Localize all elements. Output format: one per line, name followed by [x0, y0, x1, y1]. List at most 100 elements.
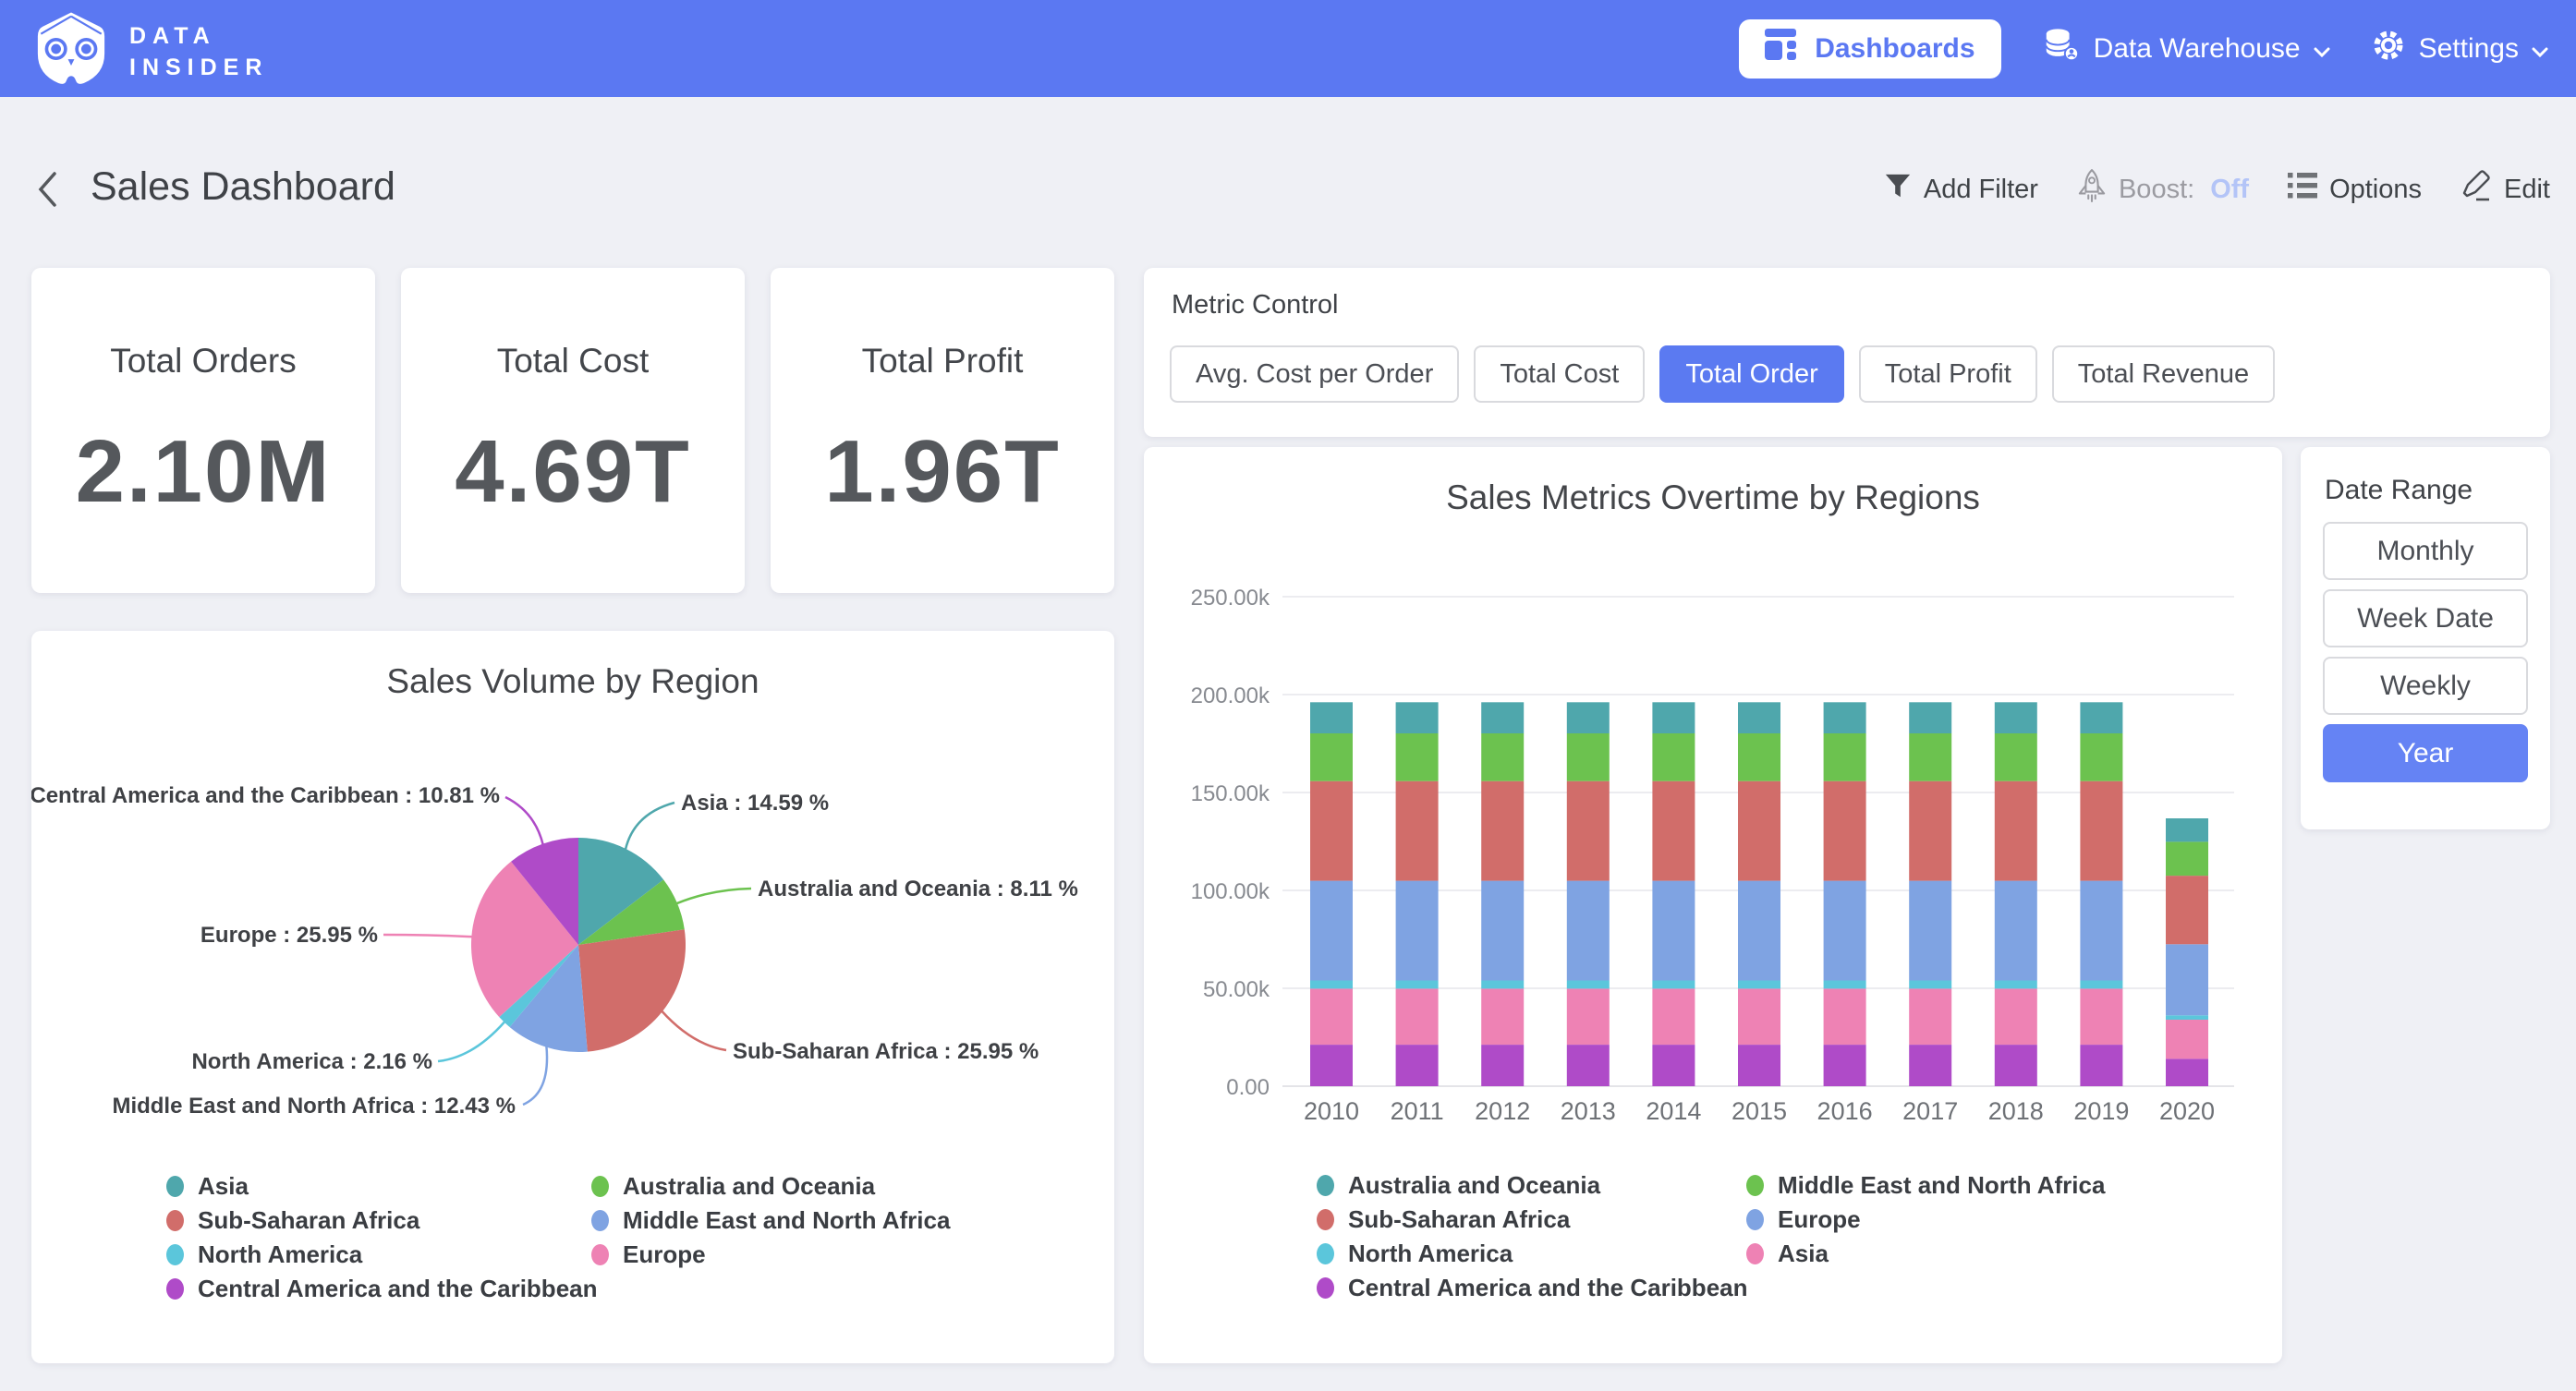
bar-segment-2020-sub-saharan-africa[interactable] [2166, 876, 2208, 944]
bar-segment-2016-sub-saharan-africa[interactable] [1824, 781, 1866, 881]
bar-segment-2015-central-america-and-the-caribbean[interactable] [1738, 1045, 1780, 1086]
bar-segment-2015-north-america[interactable] [1738, 981, 1780, 989]
nav-item-data-warehouse[interactable]: Data Warehouse [2042, 26, 2330, 72]
bar-segment-2010-central-america-and-the-caribbean[interactable] [1310, 1045, 1353, 1086]
nav-item-dashboards[interactable]: Dashboards [1739, 19, 2000, 79]
nav-settings-label: Settings [2419, 33, 2519, 65]
bar-segment-2012-australia-and-oceania[interactable] [1481, 702, 1524, 733]
bar-segment-2010-asia[interactable] [1310, 988, 1353, 1045]
bar-segment-2013-asia[interactable] [1567, 988, 1610, 1045]
bar-segment-2010-north-america[interactable] [1310, 981, 1353, 989]
bar-segment-2018-australia-and-oceania[interactable] [1995, 702, 2037, 733]
metric-option-total-order[interactable]: Total Order [1659, 345, 1843, 403]
metric-option-avg-cost-per-order[interactable]: Avg. Cost per Order [1170, 345, 1459, 403]
bar-segment-2012-asia[interactable] [1481, 988, 1524, 1045]
bar-segment-2011-north-america[interactable] [1396, 981, 1439, 989]
bar-segment-2018-north-america[interactable] [1995, 981, 2037, 989]
bar-segment-2010-europe[interactable] [1310, 881, 1353, 981]
bar-segment-2018-middle-east-and-north-africa[interactable] [1995, 733, 2037, 781]
add-filter-button[interactable]: Add Filter [1884, 171, 2038, 208]
bar-segment-2010-australia-and-oceania[interactable] [1310, 702, 1353, 733]
bar-segment-2018-asia[interactable] [1995, 988, 2037, 1045]
bar-segment-2011-europe[interactable] [1396, 881, 1439, 981]
bar-segment-2014-middle-east-and-north-africa[interactable] [1652, 733, 1695, 781]
metric-buttons-group: Avg. Cost per Order Total CostTotal Order… [1170, 345, 2275, 403]
bar-segment-2020-europe[interactable] [2166, 944, 2208, 1015]
bar-segment-2010-sub-saharan-africa[interactable] [1310, 781, 1353, 881]
bar-segment-2017-central-america-and-the-caribbean[interactable] [1909, 1045, 1951, 1086]
bar-segment-2016-central-america-and-the-caribbean[interactable] [1824, 1045, 1866, 1086]
bar-segment-2011-sub-saharan-africa[interactable] [1396, 781, 1439, 881]
bar-segment-2019-europe[interactable] [2080, 881, 2122, 981]
owl-logo-icon [31, 7, 111, 95]
bar-segment-2011-middle-east-and-north-africa[interactable] [1396, 733, 1439, 781]
boost-toggle[interactable]: Boost: Off [2077, 168, 2249, 211]
edit-label: Edit [2504, 175, 2550, 205]
bar-segment-2013-sub-saharan-africa[interactable] [1567, 781, 1610, 881]
bar-segment-2015-middle-east-and-north-africa[interactable] [1738, 733, 1780, 781]
bar-segment-2020-australia-and-oceania[interactable] [2166, 818, 2208, 841]
bar-segment-2016-europe[interactable] [1824, 881, 1866, 981]
options-button[interactable]: Options [2288, 172, 2422, 207]
bar-segment-2015-europe[interactable] [1738, 881, 1780, 981]
bar-segment-2017-sub-saharan-africa[interactable] [1909, 781, 1951, 881]
bar-segment-2014-central-america-and-the-caribbean[interactable] [1652, 1045, 1695, 1086]
bar-segment-2015-sub-saharan-africa[interactable] [1738, 781, 1780, 881]
bar-segment-2016-north-america[interactable] [1824, 981, 1866, 989]
bar-segment-2019-central-america-and-the-caribbean[interactable] [2080, 1045, 2122, 1086]
bar-segment-2019-asia[interactable] [2080, 988, 2122, 1045]
pie-slice-sub-saharan-africa[interactable] [578, 929, 686, 1051]
bar-segment-2019-sub-saharan-africa[interactable] [2080, 781, 2122, 881]
bar-segment-2017-asia[interactable] [1909, 988, 1951, 1045]
bar-segment-2013-north-america[interactable] [1567, 981, 1610, 989]
bar-segment-2011-asia[interactable] [1396, 988, 1439, 1045]
bar-segment-2014-australia-and-oceania[interactable] [1652, 702, 1695, 733]
bar-segment-2020-asia[interactable] [2166, 1020, 2208, 1058]
x-axis-tick-label: 2014 [1646, 1097, 1701, 1125]
date-range-option-week-date[interactable]: Week Date [2323, 589, 2528, 647]
bar-segment-2013-middle-east-and-north-africa[interactable] [1567, 733, 1610, 781]
nav-item-settings[interactable]: Settings [2371, 28, 2548, 70]
bar-segment-2013-central-america-and-the-caribbean[interactable] [1567, 1045, 1610, 1086]
bar-segment-2012-europe[interactable] [1481, 881, 1524, 981]
bar-segment-2013-australia-and-oceania[interactable] [1567, 702, 1610, 733]
metric-option-total-revenue[interactable]: Total Revenue [2052, 345, 2275, 403]
bar-segment-2010-middle-east-and-north-africa[interactable] [1310, 733, 1353, 781]
bar-segment-2012-central-america-and-the-caribbean[interactable] [1481, 1045, 1524, 1086]
bar-segment-2016-australia-and-oceania[interactable] [1824, 702, 1866, 733]
bar-segment-2016-middle-east-and-north-africa[interactable] [1824, 733, 1866, 781]
bar-segment-2011-australia-and-oceania[interactable] [1396, 702, 1439, 733]
bar-segment-2017-north-america[interactable] [1909, 981, 1951, 989]
bar-segment-2015-australia-and-oceania[interactable] [1738, 702, 1780, 733]
bar-segment-2019-middle-east-and-north-africa[interactable] [2080, 733, 2122, 781]
metric-option-total-profit[interactable]: Total Profit [1859, 345, 2037, 403]
bar-segment-2019-north-america[interactable] [2080, 981, 2122, 989]
date-range-option-monthly[interactable]: Monthly [2323, 522, 2528, 580]
edit-button[interactable]: Edit [2461, 170, 2550, 209]
bar-segment-2019-australia-and-oceania[interactable] [2080, 702, 2122, 733]
bar-segment-2018-central-america-and-the-caribbean[interactable] [1995, 1045, 2037, 1086]
bar-segment-2017-europe[interactable] [1909, 881, 1951, 981]
bar-segment-2020-central-america-and-the-caribbean[interactable] [2166, 1058, 2208, 1086]
bar-segment-2017-middle-east-and-north-africa[interactable] [1909, 733, 1951, 781]
bar-segment-2012-middle-east-and-north-africa[interactable] [1481, 733, 1524, 781]
bar-segment-2014-north-america[interactable] [1652, 981, 1695, 989]
bar-segment-2014-europe[interactable] [1652, 881, 1695, 981]
bar-segment-2012-north-america[interactable] [1481, 981, 1524, 989]
metric-option-total-cost[interactable]: Total Cost [1474, 345, 1645, 403]
bar-segment-2017-australia-and-oceania[interactable] [1909, 702, 1951, 733]
bar-segment-2016-asia[interactable] [1824, 988, 1866, 1045]
date-range-option-weekly[interactable]: Weekly [2323, 657, 2528, 715]
date-range-option-year[interactable]: Year [2323, 724, 2528, 782]
back-button[interactable] [33, 170, 61, 211]
bar-segment-2020-middle-east-and-north-africa[interactable] [2166, 841, 2208, 876]
bar-segment-2020-north-america[interactable] [2166, 1015, 2208, 1020]
bar-segment-2011-central-america-and-the-caribbean[interactable] [1396, 1045, 1439, 1086]
bar-segment-2014-sub-saharan-africa[interactable] [1652, 781, 1695, 881]
bar-segment-2013-europe[interactable] [1567, 881, 1610, 981]
bar-segment-2014-asia[interactable] [1652, 988, 1695, 1045]
bar-segment-2018-sub-saharan-africa[interactable] [1995, 781, 2037, 881]
bar-segment-2015-asia[interactable] [1738, 988, 1780, 1045]
bar-segment-2012-sub-saharan-africa[interactable] [1481, 781, 1524, 881]
bar-segment-2018-europe[interactable] [1995, 881, 2037, 981]
